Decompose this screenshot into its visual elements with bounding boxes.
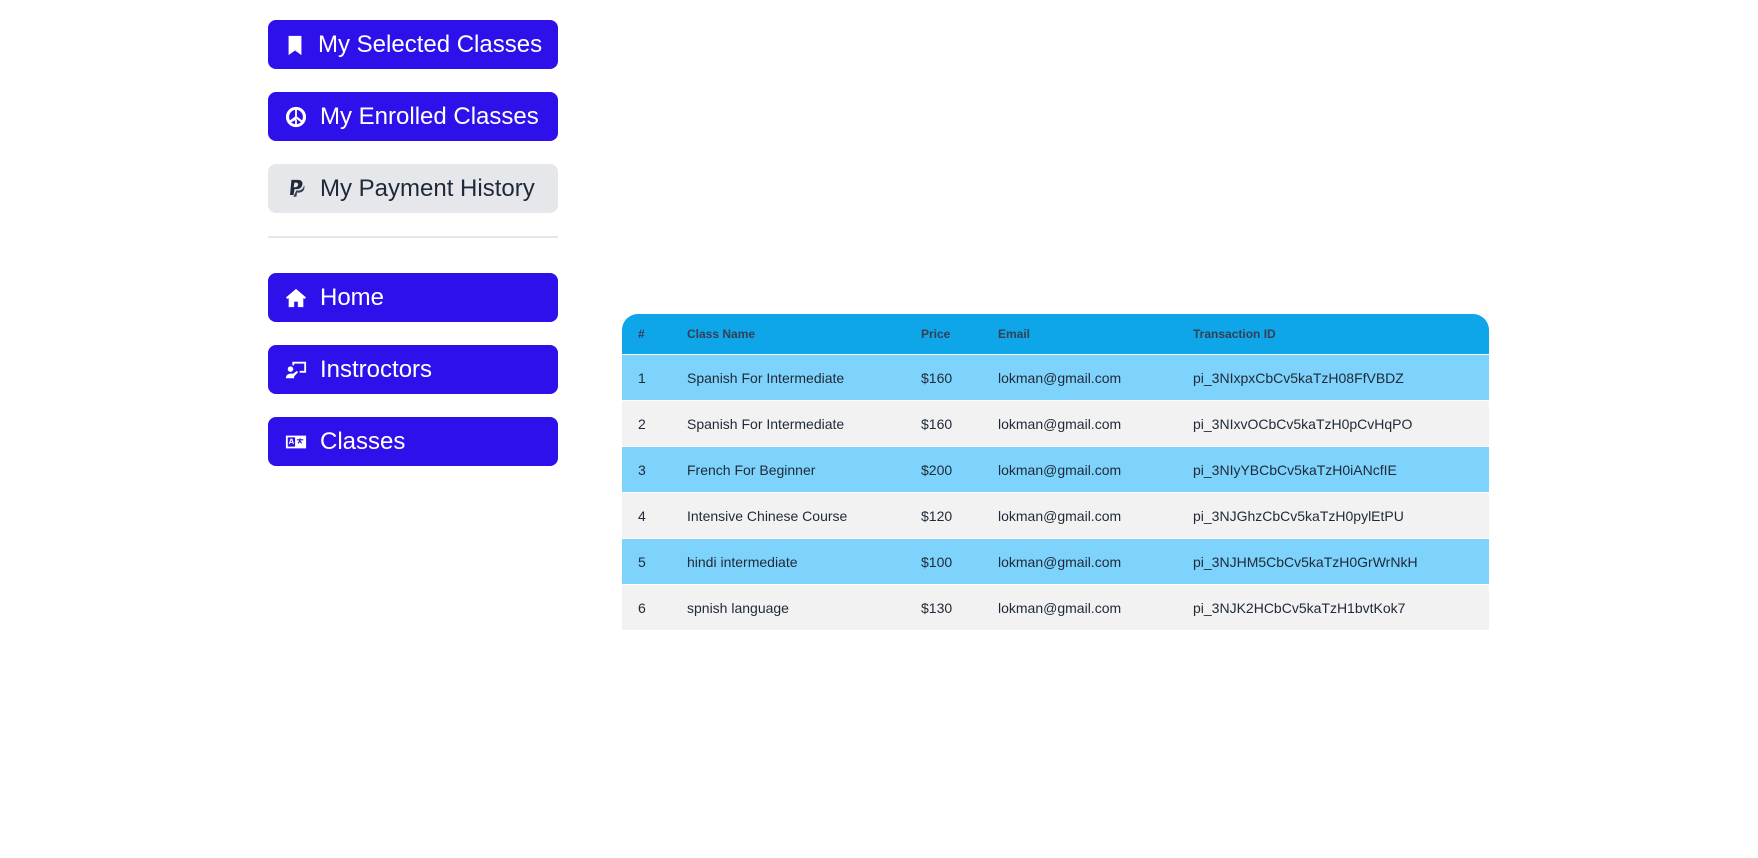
cell-email: lokman@gmail.com — [982, 538, 1177, 584]
cell-class-name: French For Beginner — [671, 446, 905, 492]
cell-email: lokman@gmail.com — [982, 446, 1177, 492]
cell-class-name: Spanish For Intermediate — [671, 354, 905, 400]
table-row: 6 spnish language $130 lokman@gmail.com … — [622, 584, 1489, 630]
cell-email: lokman@gmail.com — [982, 584, 1177, 630]
cell-email: lokman@gmail.com — [982, 492, 1177, 538]
header-transaction-id: Transaction ID — [1177, 314, 1489, 354]
cell-email: lokman@gmail.com — [982, 354, 1177, 400]
header-class-name: Class Name — [671, 314, 905, 354]
nav-my-selected-classes[interactable]: My Selected Classes — [268, 20, 558, 69]
cell-price: $200 — [905, 446, 982, 492]
nav-my-payment-history[interactable]: My Payment History — [268, 164, 558, 213]
nav-label: My Enrolled Classes — [320, 102, 539, 130]
table-row: 3 French For Beginner $200 lokman@gmail.… — [622, 446, 1489, 492]
cell-class-name: Intensive Chinese Course — [671, 492, 905, 538]
cell-price: $130 — [905, 584, 982, 630]
sidebar: My Selected Classes My Enrolled Classes … — [268, 20, 558, 489]
nav-label: My Payment History — [320, 174, 535, 202]
cell-number: 1 — [622, 354, 671, 400]
cell-number: 6 — [622, 584, 671, 630]
cell-transaction-id: pi_3NIxpxCbCv5kaTzH08FfVBDZ — [1177, 354, 1489, 400]
bookmark-icon — [284, 33, 306, 57]
table-row: 1 Spanish For Intermediate $160 lokman@g… — [622, 354, 1489, 400]
table-row: 5 hindi intermediate $100 lokman@gmail.c… — [622, 538, 1489, 584]
header-price: Price — [905, 314, 982, 354]
cell-price: $100 — [905, 538, 982, 584]
table-row: 2 Spanish For Intermediate $160 lokman@g… — [622, 400, 1489, 446]
header-email: Email — [982, 314, 1177, 354]
header-number: # — [622, 314, 671, 354]
cell-transaction-id: pi_3NJK2HCbCv5kaTzH1bvtKok7 — [1177, 584, 1489, 630]
cell-transaction-id: pi_3NJHM5CbCv5kaTzH0GrWrNkH — [1177, 538, 1489, 584]
cell-price: $160 — [905, 354, 982, 400]
cell-price: $160 — [905, 400, 982, 446]
nav-instroctors[interactable]: Instroctors — [268, 345, 558, 394]
nav-label: Instroctors — [320, 355, 433, 383]
payment-history-table-container: # Class Name Price Email Transaction ID … — [622, 314, 1489, 630]
payment-history-table: # Class Name Price Email Transaction ID … — [622, 314, 1489, 630]
language-icon — [284, 430, 308, 454]
cell-transaction-id: pi_3NJGhzCbCv5kaTzH0pylEtPU — [1177, 492, 1489, 538]
cell-number: 2 — [622, 400, 671, 446]
cell-number: 5 — [622, 538, 671, 584]
cell-number: 4 — [622, 492, 671, 538]
cell-transaction-id: pi_3NIyYBCbCv5kaTzH0iANcfIE — [1177, 446, 1489, 492]
cell-transaction-id: pi_3NIxvOCbCv5kaTzH0pCvHqPO — [1177, 400, 1489, 446]
nav-label: Classes — [320, 427, 406, 455]
nav-label: My Selected Classes — [318, 30, 543, 58]
home-icon — [284, 286, 308, 310]
nav-label: Home — [320, 283, 385, 311]
table-header-row: # Class Name Price Email Transaction ID — [622, 314, 1489, 354]
chalkboard-teacher-icon — [284, 358, 308, 382]
cell-class-name: spnish language — [671, 584, 905, 630]
paypal-icon — [284, 177, 308, 201]
cell-email: lokman@gmail.com — [982, 400, 1177, 446]
cell-class-name: Spanish For Intermediate — [671, 400, 905, 446]
nav-home[interactable]: Home — [268, 273, 558, 322]
cell-class-name: hindi intermediate — [671, 538, 905, 584]
peace-icon — [284, 105, 308, 129]
cell-number: 3 — [622, 446, 671, 492]
table-row: 4 Intensive Chinese Course $120 lokman@g… — [622, 492, 1489, 538]
sidebar-divider — [268, 236, 558, 238]
nav-classes[interactable]: Classes — [268, 417, 558, 466]
cell-price: $120 — [905, 492, 982, 538]
nav-my-enrolled-classes[interactable]: My Enrolled Classes — [268, 92, 558, 141]
